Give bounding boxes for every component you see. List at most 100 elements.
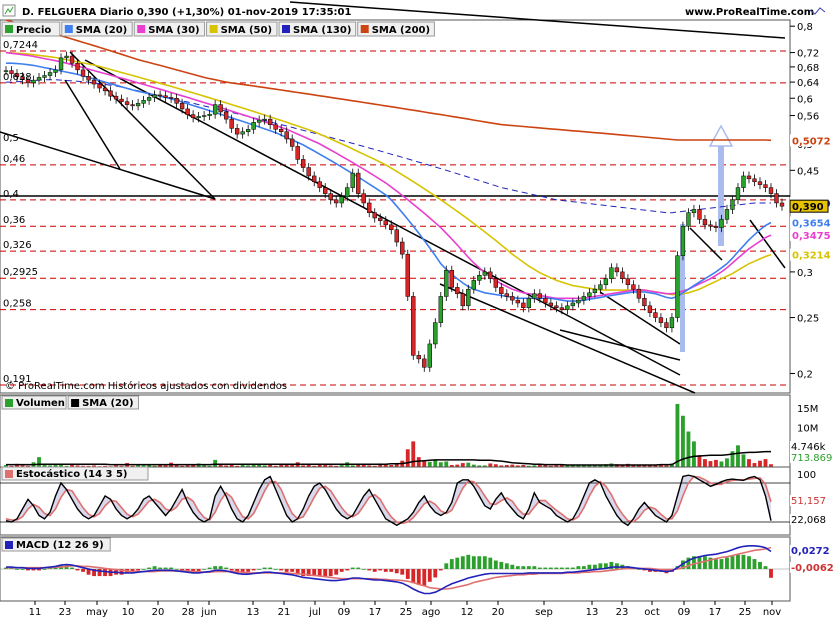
- candle-body: [218, 104, 223, 113]
- stochastic-legend: Estocástico (14 3 5): [1, 466, 149, 481]
- macd-histogram-bar: [75, 569, 80, 571]
- macd-histogram-bar: [361, 569, 366, 570]
- candle-body: [163, 95, 168, 98]
- value-badge-label: 22,068: [791, 515, 826, 526]
- macd-histogram-bar: [747, 556, 751, 569]
- value-badge: 0,3475: [790, 229, 831, 242]
- macd-histogram-bar: [26, 569, 30, 571]
- level-label: 0,46: [3, 154, 25, 165]
- volume-bar: [686, 431, 691, 467]
- macd-histogram-bar: [433, 569, 438, 578]
- candle-body: [47, 72, 53, 76]
- macd-histogram-bar: [559, 567, 564, 569]
- x-tick-label: 25: [400, 607, 413, 618]
- macd-histogram-bar: [169, 567, 174, 569]
- legend-item: SMA (200): [357, 21, 435, 37]
- macd-histogram-bar: [466, 554, 471, 569]
- candle-body: [267, 118, 273, 125]
- candle-body: [631, 284, 636, 290]
- volume-bar: [444, 461, 449, 467]
- projection-bar: [718, 146, 724, 246]
- price-tick-label: 0,8: [797, 22, 813, 33]
- macd-histogram-bar: [339, 569, 344, 572]
- candle-body: [69, 55, 75, 64]
- macd-histogram-bar: [548, 567, 553, 569]
- macd-legend: MACD (12 26 9): [1, 537, 111, 552]
- value-badge-label: -0,0062: [791, 563, 834, 574]
- volume-legend: Volumen SMA (20): [1, 395, 139, 410]
- legend-item: SMA (20): [67, 395, 139, 410]
- x-tick-label: jul: [308, 607, 321, 618]
- value-badge-label: 713.869: [791, 453, 832, 464]
- macd-histogram-bar: [213, 566, 218, 569]
- candle-body: [554, 305, 559, 308]
- chart-root: D. FELGUERA Diario 0,390 (+1,30%) 01-nov…: [0, 0, 835, 620]
- legend-label: Estocástico (14 3 5): [16, 468, 127, 480]
- candle-body: [113, 95, 119, 100]
- candle-body: [53, 69, 58, 73]
- legend-swatch: [5, 470, 13, 478]
- x-tick-label: 10: [122, 607, 135, 618]
- x-tick-label: 11: [29, 607, 42, 618]
- level-label: 0,326: [3, 240, 32, 251]
- macd-histogram-bar: [504, 563, 509, 569]
- x-tick-label: 28: [182, 607, 195, 618]
- x-tick-label: nov: [763, 607, 781, 618]
- candle-body: [763, 184, 768, 188]
- candle-body: [620, 271, 625, 279]
- candle-body: [273, 124, 278, 130]
- volume-bar: [37, 457, 41, 467]
- macd-histogram-bar: [356, 567, 361, 569]
- volume-bar: [758, 460, 762, 467]
- candle-body: [295, 146, 300, 160]
- price-tick-label: 0,45: [797, 166, 819, 177]
- macd-histogram-bar: [202, 569, 207, 570]
- candle-body: [400, 241, 405, 255]
- macd-histogram-bar: [328, 569, 333, 577]
- level-label: 0,5: [3, 133, 19, 144]
- site-link[interactable]: www.ProRealTime.com: [685, 7, 814, 18]
- value-badge-label: 4.746k: [791, 442, 826, 453]
- candle-body: [146, 97, 152, 101]
- candle-body: [482, 271, 487, 276]
- candle-body: [290, 138, 295, 147]
- candle-body: [383, 220, 388, 226]
- value-badge: 4.746k: [790, 441, 834, 453]
- volume-bar: [708, 461, 713, 467]
- macd-histogram-bar: [367, 569, 372, 571]
- x-tick-label: jun: [200, 607, 216, 618]
- level-label: 0,7244: [3, 40, 38, 51]
- legend-item: SMA (130): [278, 21, 357, 37]
- candle-body: [532, 293, 537, 299]
- x-tick-label: 23: [616, 607, 629, 618]
- volume-bar: [675, 403, 680, 467]
- legend-label: Precio: [16, 25, 51, 36]
- macd-histogram-bar: [554, 567, 559, 569]
- legend-item: SMA (20): [61, 21, 133, 37]
- candle-body: [312, 175, 317, 182]
- candle-body: [124, 101, 130, 105]
- candle-body: [587, 292, 592, 297]
- level-label: 0,638: [3, 72, 32, 83]
- legend-swatch: [5, 399, 13, 407]
- candle-body: [427, 343, 432, 368]
- volume-bar: [438, 462, 443, 467]
- macd-histogram-bar: [488, 557, 493, 569]
- macd-histogram-bar: [70, 567, 74, 569]
- legend-swatch: [209, 25, 218, 33]
- candle-body: [196, 116, 201, 119]
- level-label: 0,258: [3, 299, 32, 310]
- macd-histogram-bar: [537, 567, 542, 569]
- macd-histogram-bar: [279, 569, 284, 571]
- price-tick-label: 0,64: [797, 78, 819, 89]
- candle-body: [31, 79, 36, 84]
- macd-histogram-bar: [81, 569, 85, 572]
- macd-histogram-bar: [521, 566, 526, 569]
- candle-body: [251, 122, 256, 130]
- volume-bar: [422, 461, 427, 467]
- candle-body: [581, 296, 587, 301]
- macd-histogram-bar: [736, 554, 740, 569]
- candle-body: [647, 305, 653, 313]
- value-badge: 51,157: [790, 495, 834, 507]
- value-badge: 0,3654: [790, 216, 831, 229]
